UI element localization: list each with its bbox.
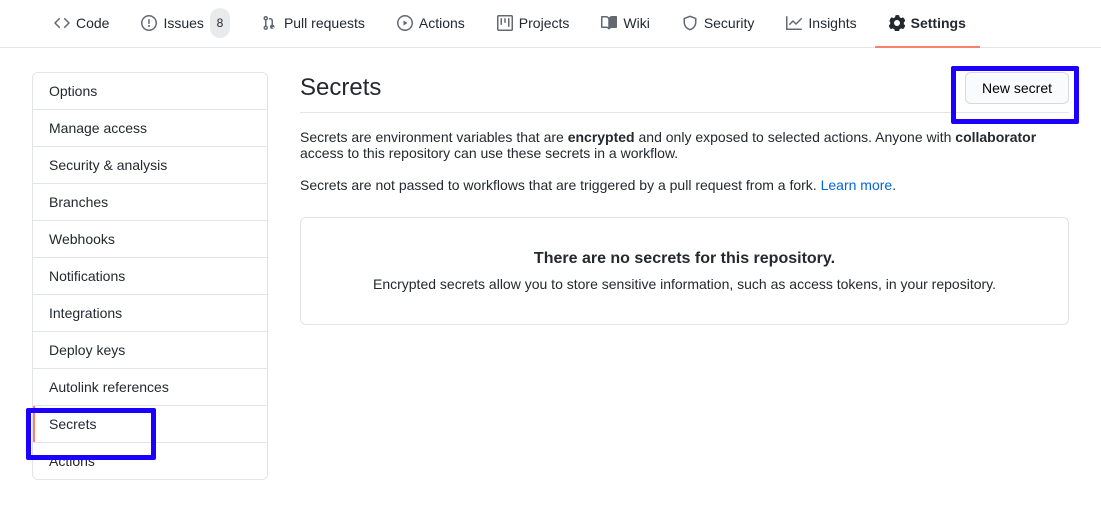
blank-state-title: There are no secrets for this repository… xyxy=(333,250,1036,268)
sidebar-item-branches[interactable]: Branches xyxy=(33,184,267,221)
sidebar-item-label: Webhooks xyxy=(49,231,115,247)
sidebar-item-webhooks[interactable]: Webhooks xyxy=(33,221,267,258)
project-icon xyxy=(497,15,513,31)
graph-icon xyxy=(786,15,802,31)
tab-label: Actions xyxy=(419,8,465,38)
blank-state: There are no secrets for this repository… xyxy=(300,217,1069,325)
sidebar-item-label: Secrets xyxy=(49,416,96,432)
tab-label: Insights xyxy=(808,8,856,38)
new-secret-button[interactable]: New secret xyxy=(965,72,1069,104)
sidebar-item-label: Integrations xyxy=(49,305,122,321)
issues-count: 8 xyxy=(210,8,230,38)
book-icon xyxy=(601,15,617,31)
sidebar-item-label: Security & analysis xyxy=(49,157,167,173)
issue-icon xyxy=(141,15,157,31)
sidebar-item-options[interactable]: Options xyxy=(33,73,267,110)
sidebar-item-label: Actions xyxy=(49,453,95,469)
play-icon xyxy=(397,15,413,31)
sidebar-item-label: Options xyxy=(49,83,97,99)
tab-wiki[interactable]: Wiki xyxy=(587,0,663,48)
blank-state-desc: Encrypted secrets allow you to store sen… xyxy=(333,276,1036,292)
tab-code[interactable]: Code xyxy=(40,0,123,48)
sidebar-item-label: Deploy keys xyxy=(49,342,125,358)
tab-projects[interactable]: Projects xyxy=(483,0,584,48)
sidebar-item-label: Notifications xyxy=(49,268,125,284)
tab-label: Security xyxy=(704,8,755,38)
page-title: Secrets xyxy=(300,74,381,102)
code-icon xyxy=(54,15,70,31)
sidebar-item-label: Autolink references xyxy=(49,379,169,395)
tab-label: Projects xyxy=(519,8,570,38)
tab-settings[interactable]: Settings xyxy=(875,0,980,48)
sidebar-item-manage-access[interactable]: Manage access xyxy=(33,110,267,147)
description-2: Secrets are not passed to workflows that… xyxy=(300,177,1069,193)
git-pull-request-icon xyxy=(262,15,278,31)
tab-label: Pull requests xyxy=(284,8,365,38)
sidebar-item-secrets[interactable]: Secrets xyxy=(33,406,267,443)
sidebar-item-actions[interactable]: Actions xyxy=(33,443,267,479)
sidebar-item-autolink-references[interactable]: Autolink references xyxy=(33,369,267,406)
tab-insights[interactable]: Insights xyxy=(772,0,870,48)
repo-nav: Code Issues 8 Pull requests Actions Proj… xyxy=(0,0,1101,48)
tab-pulls[interactable]: Pull requests xyxy=(248,0,379,48)
sidebar-item-deploy-keys[interactable]: Deploy keys xyxy=(33,332,267,369)
sidebar-item-label: Branches xyxy=(49,194,108,210)
sidebar-item-label: Manage access xyxy=(49,120,147,136)
sidebar-item-integrations[interactable]: Integrations xyxy=(33,295,267,332)
gear-icon xyxy=(889,15,905,31)
tab-label: Wiki xyxy=(623,8,649,38)
tab-actions[interactable]: Actions xyxy=(383,0,479,48)
tab-label: Settings xyxy=(911,8,966,38)
main-content: Secrets New secret Secrets are environme… xyxy=(300,72,1069,480)
learn-more-link[interactable]: Learn more xyxy=(821,177,893,193)
sidebar-item-notifications[interactable]: Notifications xyxy=(33,258,267,295)
shield-icon xyxy=(682,15,698,31)
sidebar-item-security-analysis[interactable]: Security & analysis xyxy=(33,147,267,184)
description-1: Secrets are environment variables that a… xyxy=(300,129,1069,161)
tab-label: Code xyxy=(76,8,109,38)
tab-label: Issues xyxy=(163,8,203,38)
tab-security[interactable]: Security xyxy=(668,0,769,48)
settings-sidebar: Options Manage access Security & analysi… xyxy=(32,72,268,480)
tab-issues[interactable]: Issues 8 xyxy=(127,0,243,48)
